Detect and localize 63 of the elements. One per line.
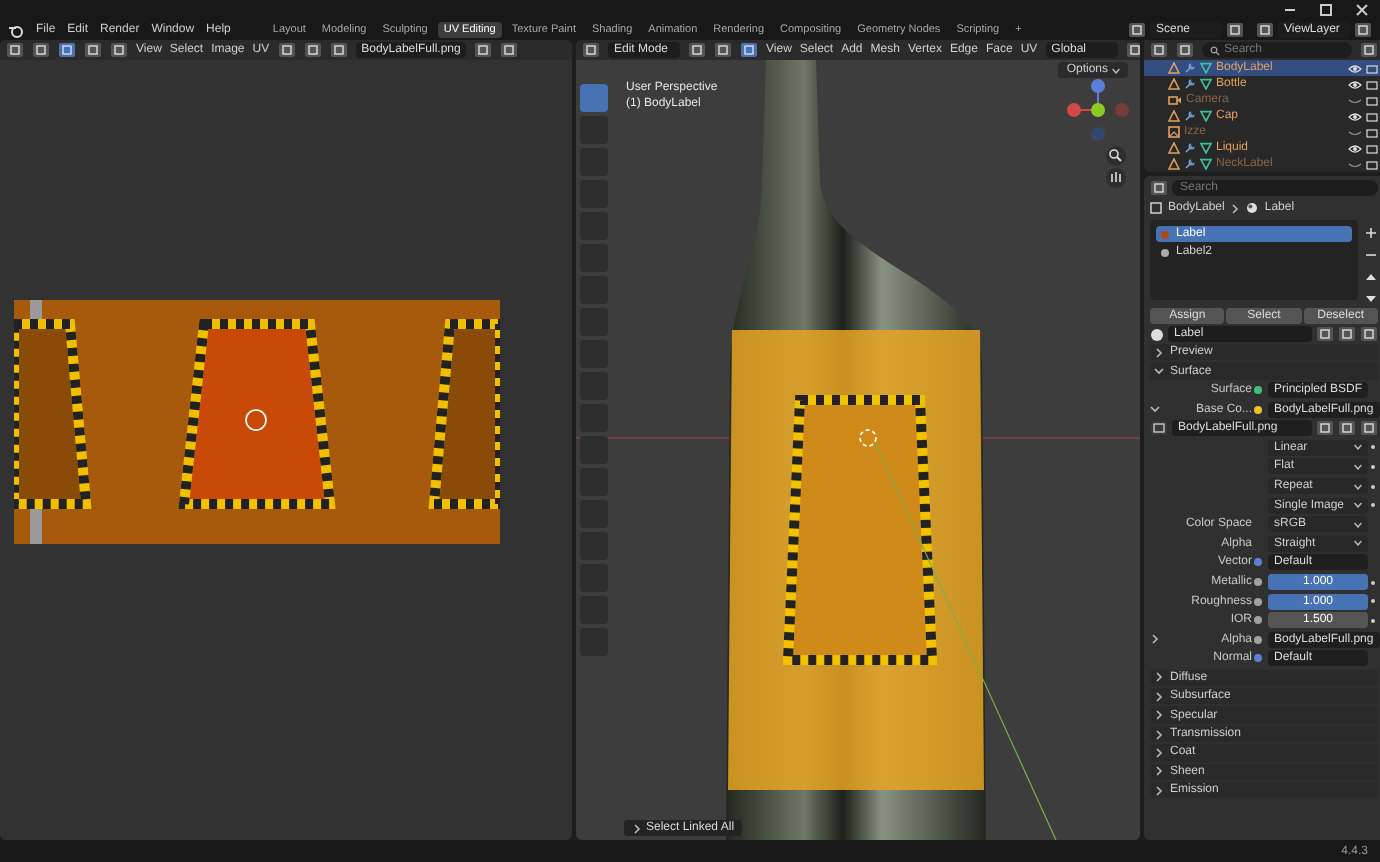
chevron-right-icon[interactable] [1154,710,1164,721]
caret-icon [1354,540,1362,547]
caret-icon [1354,463,1362,470]
keyframe-dot-icon[interactable] [1370,483,1376,490]
chevron-right-icon[interactable] [1154,766,1164,777]
keyframe-dot-icon[interactable] [1370,463,1376,470]
socket-dot[interactable] [1254,558,1262,567]
minus-icon[interactable] [1364,248,1378,262]
caret-icon [1354,483,1362,490]
keyframe-dot-icon[interactable] [1370,579,1376,586]
chevron-right-icon[interactable] [1154,691,1164,702]
material-sphere-icon[interactable] [1150,327,1164,341]
chevron-right-icon[interactable] [1154,672,1164,683]
socket-dot[interactable] [1254,597,1262,606]
chevron-right-icon[interactable] [1154,747,1164,758]
caret-icon [1354,502,1362,509]
search-icon [1210,45,1220,55]
eye-icon[interactable] [1348,63,1362,73]
3d-cursor-icon[interactable] [859,429,877,447]
chevron-right-icon[interactable] [1154,729,1164,740]
mesh-object-icon [1168,110,1180,122]
mesh-object-icon [1150,202,1162,214]
chevron-right-icon[interactable] [1150,634,1160,645]
chevron-down-icon[interactable] [1150,404,1160,415]
keyframe-dot-icon[interactable] [1370,502,1376,509]
up-arrow-icon[interactable] [1364,270,1378,284]
closed-eye-icon[interactable] [1348,95,1362,105]
chevron-right-icon[interactable] [1154,347,1164,358]
wrench-icon [1184,158,1196,170]
closed-eye-icon[interactable] [1348,127,1362,137]
closed-eye-icon[interactable] [1348,159,1362,169]
wrench-icon [1184,78,1196,90]
chevron-down-icon[interactable] [1154,366,1164,377]
keyframe-dot-icon[interactable] [1370,617,1376,624]
socket-dot[interactable] [1254,405,1262,414]
socket-dot[interactable] [1254,635,1262,644]
add-icon[interactable] [1364,226,1378,240]
eye-icon[interactable] [1348,111,1362,121]
socket-dot[interactable] [1254,616,1262,625]
caret-icon [1112,67,1120,73]
caret-icon [1354,521,1362,528]
camera-icon [1168,94,1182,106]
eye-icon[interactable] [1348,79,1362,89]
wrench-icon [1184,62,1196,74]
app-logo-icon[interactable] [8,23,24,37]
socket-dot[interactable] [1254,578,1262,587]
socket-dot[interactable] [1254,386,1262,395]
chevron-right-icon[interactable] [632,823,642,833]
navigation-gizmo[interactable] [1064,76,1132,188]
keyframe-dot-icon[interactable] [1370,444,1376,451]
down-arrow-icon[interactable] [1364,292,1378,306]
chevron-right-icon[interactable] [1230,203,1241,213]
caret-icon [1354,444,1362,451]
minimize-icon[interactable] [1284,4,1296,16]
socket-dot[interactable] [1254,654,1262,663]
material-sphere-icon [1246,202,1259,214]
chevron-right-icon[interactable] [1154,785,1164,796]
keyframe-dot-icon[interactable] [1370,598,1376,605]
wrench-icon [1184,142,1196,154]
maximize-icon[interactable] [1320,4,1332,16]
wrench-icon [1184,110,1196,122]
eye-icon[interactable] [1348,143,1362,153]
mesh-data-icon [1200,110,1212,122]
